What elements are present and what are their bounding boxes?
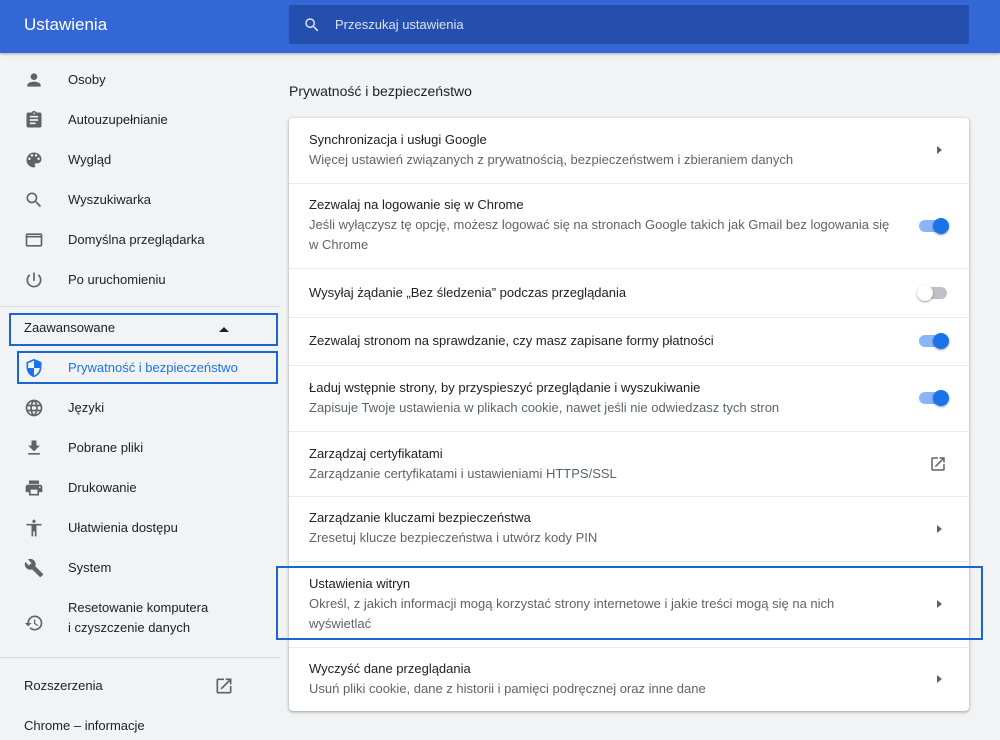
sidebar-item-people[interactable]: Osoby [0,60,280,100]
arrow-right-icon[interactable] [937,146,942,154]
sidebar-item-printing[interactable]: Drukowanie [0,468,280,508]
globe-icon [25,399,43,417]
sidebar: Osoby Autouzupełnianie Wygląd Wyszukiwar… [0,53,280,740]
settings-row-clear-browsing-data[interactable]: Wyczyść dane przeglądania Usuń pliki coo… [289,647,969,711]
download-icon [28,440,40,455]
sidebar-item-label: Wyszukiwarka [68,192,151,207]
open-in-new-icon[interactable] [214,676,234,696]
sidebar-item-search-engine[interactable]: Wyszukiwarka [0,180,280,220]
sidebar-item-accessibility[interactable]: Ułatwienia dostępu [0,508,280,548]
settings-row-sync[interactable]: Synchronizacja i usługi Google Więcej us… [289,118,969,183]
settings-row-preload-pages: Ładuj wstępnie strony, by przyspieszyć p… [289,365,969,431]
sidebar-item-reset-cleanup[interactable]: Resetowanie komputera i czyszczenie dany… [0,598,280,648]
chevron-up-icon[interactable] [219,327,229,332]
settings-row-do-not-track: Wysyłaj żądanie „Bez śledzenia” podczas … [289,268,969,317]
wrench-icon [24,558,44,578]
sidebar-item-label: Ułatwienia dostępu [68,520,178,535]
browser-icon [25,233,43,247]
app-title: Ustawienia [24,15,108,34]
row-title: Zarządzanie kluczami bezpieczeństwa [309,510,531,525]
row-subtitle-line1: Jeśli wyłączysz tę opcję, możesz logować… [309,217,890,232]
settings-row-security-keys[interactable]: Zarządzanie kluczami bezpieczeństwa Zres… [289,496,969,561]
accessibility-icon [26,519,42,537]
sidebar-item-autofill[interactable]: Autouzupełnianie [0,100,280,140]
row-title: Ładuj wstępnie strony, by przyspieszyć p… [309,380,701,395]
printer-icon [25,480,43,496]
row-subtitle-line2: w Chrome [309,237,369,252]
sidebar-item-languages[interactable]: Języki [0,388,280,428]
sidebar-item-label: Pobrane pliki [68,440,144,455]
open-in-new-icon[interactable] [929,455,947,473]
payment-methods-toggle[interactable] [917,331,949,351]
sidebar-item-system[interactable]: System [0,548,280,588]
row-title: Zezwalaj stronom na sprawdzanie, czy mas… [309,333,714,348]
sidebar-item-appearance[interactable]: Wygląd [0,140,280,180]
row-title: Wyczyść dane przeglądania [309,661,471,676]
row-subtitle: Zapisuje Twoje ustawienia w plikach cook… [309,400,780,415]
shield-icon [26,358,42,378]
settings-row-certificates[interactable]: Zarządzaj certyfikatami Zarządzanie cert… [289,431,969,496]
search-icon [305,18,319,32]
sidebar-item-on-startup[interactable]: Po uruchomieniu [0,260,280,300]
extensions-link[interactable]: Rozszerzenia [24,678,103,693]
sidebar-divider [0,306,280,307]
search-box[interactable] [289,5,969,44]
allow-signin-toggle[interactable] [917,216,949,236]
sidebar-divider [0,657,280,658]
sidebar-item-label: Po uruchomieniu [68,272,166,287]
sidebar-item-label: Autouzupełnianie [68,112,168,127]
restore-icon [24,615,43,631]
power-icon [26,272,42,288]
person-icon [27,73,41,87]
row-title: Zezwalaj na logowanie się w Chrome [309,197,524,212]
arrow-right-icon[interactable] [937,525,942,533]
search-icon [26,192,42,208]
row-subtitle: Usuń pliki cookie, dane z historii i pam… [309,681,706,696]
row-title: Synchronizacja i usługi Google [309,132,487,147]
preload-pages-toggle[interactable] [917,388,949,408]
row-title: Wysyłaj żądanie „Bez śledzenia” podczas … [309,285,627,300]
do-not-track-toggle[interactable] [917,283,949,303]
sidebar-item-label: System [68,560,112,575]
clipboard-icon [26,110,42,128]
sidebar-item-label-line1: Resetowanie komputera [68,600,209,615]
section-title: Prywatność i bezpieczeństwo [289,83,472,99]
sidebar-item-default-browser[interactable]: Domyślna przeglądarka [0,220,280,260]
row-subtitle: Więcej ustawień związanych z prywatności… [309,152,794,167]
sidebar-item-label: Prywatność i bezpieczeństwo [68,360,238,375]
sidebar-item-label: Języki [68,400,105,415]
search-input[interactable] [335,5,935,44]
arrow-right-icon[interactable] [937,675,942,683]
advanced-toggle[interactable]: Zaawansowane [24,320,115,335]
sidebar-item-privacy[interactable]: Prywatność i bezpieczeństwo [0,348,280,388]
site-settings-highlight [276,566,983,640]
sidebar-item-label: Osoby [68,72,106,87]
top-app-bar: Ustawienia [0,0,1000,53]
sidebar-item-label: Drukowanie [68,480,137,495]
palette-icon [26,152,42,168]
sidebar-item-label: Domyślna przeglądarka [68,232,205,247]
sidebar-item-label-line2: i czyszczenie danych [68,620,191,635]
about-chrome-link[interactable]: Chrome – informacje [24,718,145,733]
row-subtitle: Zarządzanie certyfikatami i ustawieniami… [309,466,617,481]
row-subtitle: Zresetuj klucze bezpieczeństwa i utwórz … [309,530,598,545]
sidebar-item-downloads[interactable]: Pobrane pliki [0,428,280,468]
row-title: Zarządzaj certyfikatami [309,446,443,461]
sidebar-item-label: Wygląd [68,152,112,167]
settings-row-payment-methods: Zezwalaj stronom na sprawdzanie, czy mas… [289,317,969,365]
settings-row-allow-signin: Zezwalaj na logowanie się w Chrome Jeśli… [289,183,969,268]
